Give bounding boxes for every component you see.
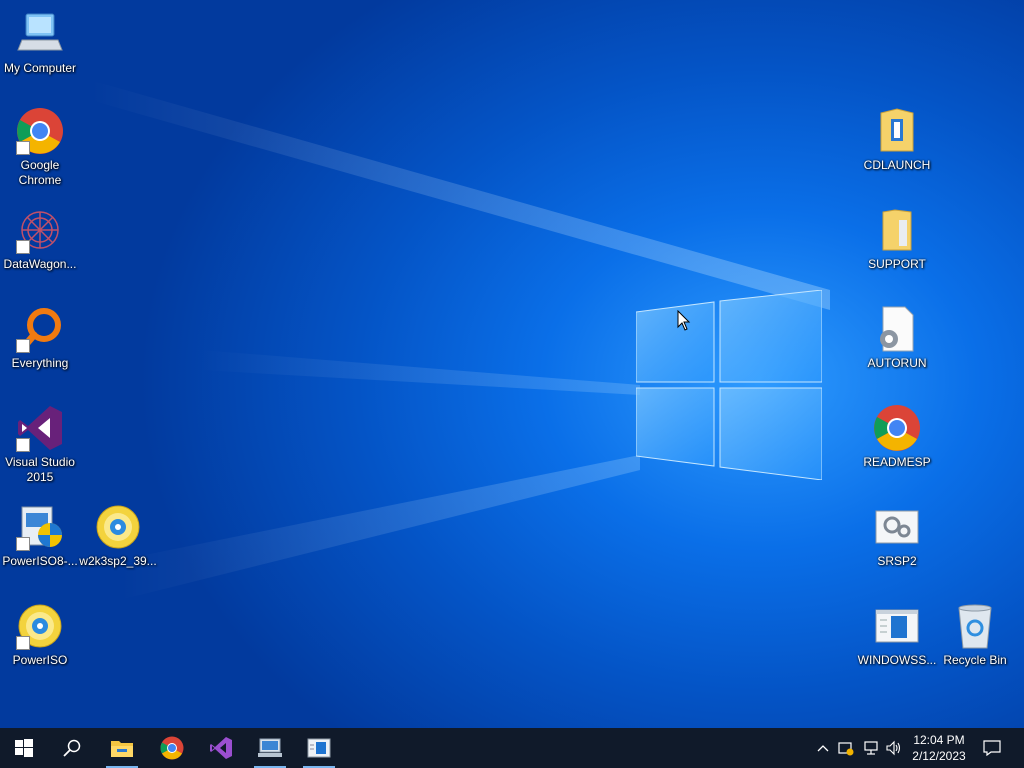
- windows-logo: [636, 290, 822, 480]
- desktop-icon-poweriso[interactable]: PowerISO: [0, 602, 80, 668]
- icon-label: SRSP2: [877, 554, 917, 568]
- icon-label: Recycle Bin: [943, 653, 1007, 667]
- setup-app-icon: [307, 738, 331, 758]
- desktop[interactable]: My Computer Google Chrome DataWagon... E…: [0, 0, 1024, 728]
- desktop-icon-poweriso8[interactable]: PowerISO8-...: [0, 503, 80, 569]
- icon-label: DataWagon...: [3, 257, 77, 271]
- tray-network[interactable]: [860, 728, 882, 768]
- desktop-icon-windowss[interactable]: WINDOWSS...: [857, 602, 937, 668]
- disc-image-icon: [16, 602, 64, 650]
- clock-time: 12:04 PM: [913, 733, 965, 747]
- folder-app-icon: [873, 107, 921, 155]
- chrome-document-icon: [873, 404, 921, 452]
- taskbar: 12:04 PM 2/12/2023: [0, 728, 1024, 768]
- desktop-icon-visual-studio[interactable]: Visual Studio 2015: [0, 404, 80, 485]
- icon-label: My Computer: [3, 61, 77, 75]
- volume-icon: [886, 740, 901, 756]
- notification-icon: [983, 740, 1001, 756]
- visual-studio-icon: [210, 737, 232, 759]
- gear-window-icon: [873, 503, 921, 551]
- chrome-icon: [16, 107, 64, 155]
- security-icon: [838, 742, 854, 756]
- icon-label: Google: [20, 158, 60, 172]
- desktop-icon-srsp2[interactable]: SRSP2: [857, 503, 937, 569]
- start-icon: [15, 739, 33, 757]
- icon-label: Visual Studio: [5, 455, 75, 469]
- disc-image-icon: [94, 503, 142, 551]
- tray-volume[interactable]: [884, 728, 904, 768]
- desktop-icon-recycle-bin[interactable]: Recycle Bin: [935, 602, 1015, 668]
- clock-date: 2/12/2023: [912, 749, 966, 763]
- taskbar-chrome[interactable]: [148, 728, 196, 768]
- taskbar-setup-app[interactable]: [295, 728, 343, 768]
- config-file-icon: [873, 305, 921, 353]
- icon-label: SUPPORT: [868, 257, 926, 271]
- icon-label: CDLAUNCH: [863, 158, 931, 172]
- shortcut-arrow-icon: [16, 636, 30, 650]
- taskbar-file-explorer[interactable]: [98, 728, 146, 768]
- shortcut-arrow-icon: [16, 240, 30, 254]
- desktop-icon-everything[interactable]: Everything: [0, 305, 80, 371]
- installer-icon: [16, 503, 64, 551]
- taskbar-clock[interactable]: 12:04 PM 2/12/2023: [904, 728, 974, 768]
- desktop-icon-w2k3sp2[interactable]: w2k3sp2_39...: [78, 503, 158, 569]
- taskbar-network-app[interactable]: [246, 728, 294, 768]
- icon-label: WINDOWSS...: [857, 653, 937, 667]
- desktop-icon-support[interactable]: SUPPORT: [857, 206, 937, 272]
- shortcut-arrow-icon: [16, 141, 30, 155]
- desktop-icon-google-chrome[interactable]: Google Chrome: [0, 107, 80, 188]
- icon-label: PowerISO8-...: [2, 554, 78, 568]
- chrome-icon: [160, 736, 184, 760]
- shortcut-arrow-icon: [16, 339, 30, 353]
- shortcut-arrow-icon: [16, 438, 30, 452]
- file-explorer-icon: [111, 741, 133, 757]
- magnifier-icon: [16, 305, 64, 353]
- desktop-icon-datawagon[interactable]: DataWagon...: [0, 206, 80, 272]
- desktop-icon-autorun[interactable]: AUTORUN: [857, 305, 937, 371]
- icon-label: PowerISO: [12, 653, 68, 667]
- desktop-icon-cdlaunch[interactable]: CDLAUNCH: [857, 107, 937, 173]
- network-app-icon: [258, 738, 282, 757]
- search-button[interactable]: [48, 728, 96, 768]
- show-hidden-icons-button[interactable]: [814, 728, 832, 768]
- search-icon: [63, 739, 81, 757]
- icon-label: w2k3sp2_39...: [79, 554, 157, 568]
- network-icon: [864, 741, 878, 755]
- mouse-cursor-icon: [677, 310, 691, 331]
- icon-label-line2: Chrome: [18, 173, 62, 187]
- tray-security[interactable]: [836, 728, 856, 768]
- desktop-icon-my-computer[interactable]: My Computer: [0, 10, 80, 76]
- icon-label-line2: 2015: [26, 470, 54, 484]
- action-center-button[interactable]: [980, 728, 1004, 768]
- recycle-bin-icon: [951, 602, 999, 650]
- chevron-up-icon: [817, 745, 829, 752]
- icon-label: READMESP: [863, 455, 931, 469]
- icon-label: AUTORUN: [867, 356, 927, 370]
- setup-window-icon: [873, 602, 921, 650]
- shortcut-arrow-icon: [16, 537, 30, 551]
- start-button[interactable]: [0, 728, 48, 768]
- computer-icon: [16, 10, 64, 58]
- folder-icon: [873, 206, 921, 254]
- taskbar-visual-studio[interactable]: [197, 728, 245, 768]
- desktop-icon-readmesp[interactable]: READMESP: [857, 404, 937, 470]
- icon-label: Everything: [11, 356, 69, 370]
- datawagon-icon: [16, 206, 64, 254]
- visual-studio-icon: [16, 404, 64, 452]
